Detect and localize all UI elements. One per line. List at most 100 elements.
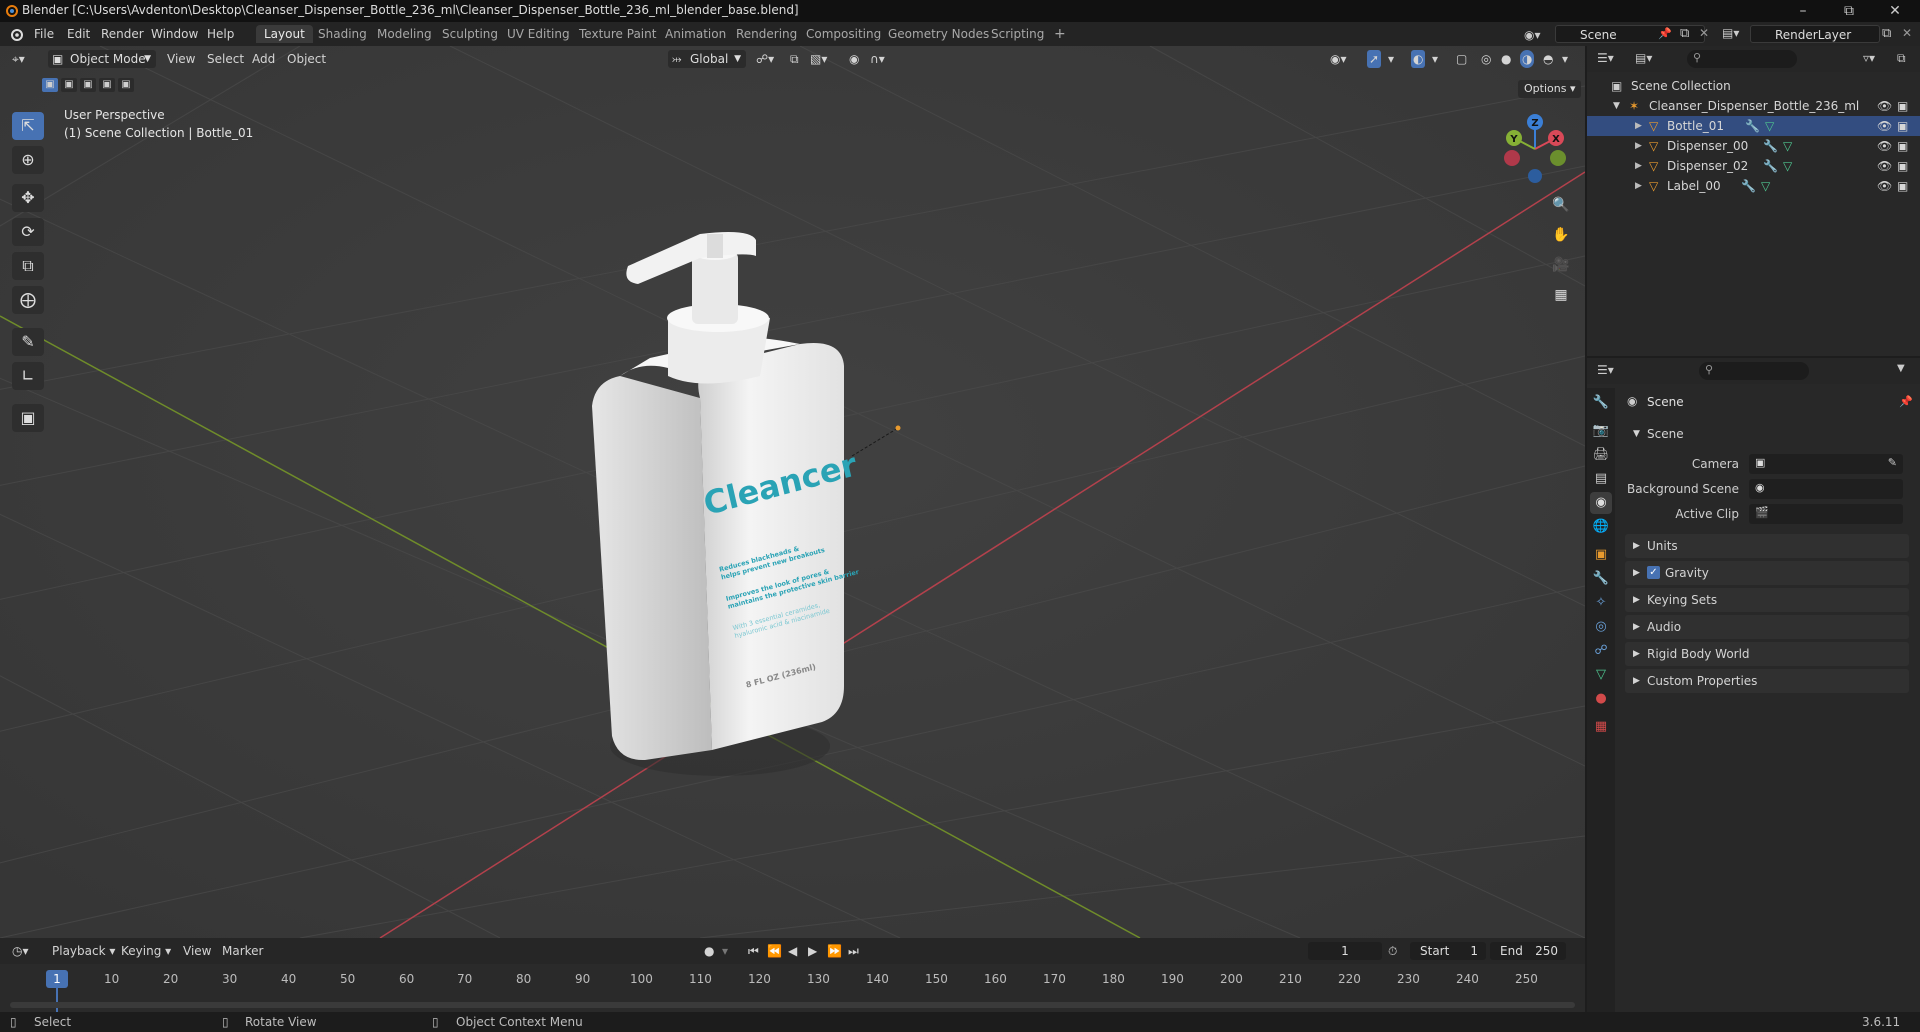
- rigid-body-world-panel-header[interactable]: ▶ Rigid Body World: [1625, 642, 1909, 666]
- overlay-dropdown-icon[interactable]: ▾: [1432, 50, 1438, 68]
- background-scene-field[interactable]: ◉: [1749, 479, 1903, 499]
- modifier-wrench-icon[interactable]: 🔧: [1763, 156, 1778, 176]
- light-origin[interactable]: [895, 425, 901, 431]
- material-tab-icon[interactable]: ●: [1590, 688, 1612, 710]
- transform-orientation-dropdown[interactable]: ⤔ Global ▼: [668, 50, 746, 68]
- select-new-icon[interactable]: ▣: [42, 78, 58, 92]
- jump-prev-keyframe-icon[interactable]: ⏪: [767, 942, 782, 960]
- menu-playback[interactable]: Playback ▾: [52, 942, 115, 960]
- maximize-button[interactable]: ⧉: [1826, 0, 1872, 22]
- properties-editor-icon[interactable]: ☰▾: [1597, 363, 1614, 377]
- wireframe-shading-icon[interactable]: ◎: [1481, 50, 1491, 68]
- eye-icon[interactable]: 👁: [1877, 116, 1892, 136]
- add-cube-tool[interactable]: ▣: [12, 404, 44, 432]
- camera-render-icon[interactable]: ▣: [1897, 96, 1908, 116]
- menu-marker[interactable]: Marker: [222, 942, 263, 960]
- rendered-shading-icon[interactable]: ◓: [1543, 50, 1553, 68]
- camera-render-icon[interactable]: ▣: [1897, 156, 1908, 176]
- delete-scene-icon[interactable]: ✕: [1699, 26, 1709, 40]
- tab-geometry-nodes[interactable]: Geometry Nodes: [880, 25, 997, 43]
- play-reverse-icon[interactable]: ◀: [788, 942, 797, 960]
- mesh-data-icon[interactable]: ▽: [1783, 156, 1792, 176]
- record-dropdown-icon[interactable]: ▾: [722, 942, 728, 960]
- modifier-tab-icon[interactable]: 🔧: [1590, 568, 1612, 590]
- outliner-row-label[interactable]: ▶ ▽ Label_00 🔧 ▽ 👁 ▣: [1587, 176, 1920, 196]
- modifier-wrench-icon[interactable]: 🔧: [1763, 136, 1778, 156]
- perspective-toggle-icon[interactable]: ▦: [1548, 282, 1574, 308]
- object-mode-dropdown[interactable]: ▣ Object Mode ▼: [48, 50, 156, 68]
- expand-arrow-icon[interactable]: ▼: [1613, 96, 1620, 116]
- mesh-data-icon[interactable]: ▽: [1761, 176, 1770, 196]
- outliner-editor-icon[interactable]: ☰▾: [1597, 51, 1614, 65]
- zoom-icon[interactable]: 🔍: [1548, 192, 1574, 218]
- tab-animation[interactable]: Animation: [657, 25, 734, 43]
- pin-icon[interactable]: 📌: [1899, 395, 1913, 408]
- menu-view[interactable]: View: [167, 50, 195, 68]
- properties-search-input[interactable]: ⚲: [1699, 362, 1809, 380]
- camera-render-icon[interactable]: ▣: [1897, 176, 1908, 196]
- eye-icon[interactable]: 👁: [1877, 136, 1892, 156]
- cursor-tool[interactable]: ⊕: [12, 146, 44, 174]
- select-invert-icon[interactable]: ▣: [99, 78, 115, 92]
- playhead[interactable]: 1: [46, 970, 68, 988]
- delete-view-layer-icon[interactable]: ✕: [1902, 26, 1912, 40]
- modifier-wrench-icon[interactable]: 🔧: [1745, 116, 1760, 136]
- proportional-edit-icon[interactable]: ◉: [849, 50, 859, 68]
- camera-render-icon[interactable]: ▣: [1897, 116, 1908, 136]
- view-layer-selector[interactable]: RenderLayer: [1750, 25, 1880, 43]
- mesh-data-icon[interactable]: ▽: [1765, 116, 1774, 136]
- end-frame-field[interactable]: End 250: [1490, 942, 1566, 960]
- gravity-checkbox[interactable]: ✓: [1647, 566, 1660, 579]
- select-subtract-icon[interactable]: ▣: [80, 78, 96, 92]
- tab-texture-paint[interactable]: Texture Paint: [571, 25, 664, 43]
- audio-panel-header[interactable]: ▶ Audio: [1625, 615, 1909, 639]
- camera-render-icon[interactable]: ▣: [1897, 136, 1908, 156]
- world-tab-icon[interactable]: 🌐: [1590, 516, 1612, 538]
- menu-file[interactable]: File: [34, 27, 54, 41]
- eye-icon[interactable]: 👁: [1877, 156, 1892, 176]
- outliner-row-dispenser-02[interactable]: ▶ ▽ Dispenser_02 🔧 ▽ 👁 ▣: [1587, 156, 1920, 176]
- menu-render[interactable]: Render: [101, 27, 144, 41]
- pivot-point-icon[interactable]: ☍▾: [756, 50, 774, 68]
- stopwatch-icon[interactable]: ⏱: [1388, 942, 1397, 960]
- jump-start-icon[interactable]: ⏮: [748, 942, 759, 960]
- particles-tab-icon[interactable]: ✧: [1590, 592, 1612, 614]
- jump-end-icon[interactable]: ⏭: [848, 942, 859, 960]
- menu-keying[interactable]: Keying ▾: [121, 942, 171, 960]
- menu-window[interactable]: Window: [151, 27, 198, 41]
- tool-tab-icon[interactable]: 🔧: [1590, 392, 1612, 414]
- new-scene-icon[interactable]: ⧉: [1680, 26, 1689, 41]
- shading-dropdown-icon[interactable]: ▾: [1562, 50, 1568, 68]
- timeline-editor[interactable]: ◷▾ Playback ▾ Keying ▾ View Marker ● ▾ ⏮…: [0, 938, 1585, 1012]
- expand-arrow-icon[interactable]: ▶: [1635, 176, 1642, 196]
- current-frame-field[interactable]: 1: [1308, 942, 1382, 960]
- navigation-gizmo[interactable]: Z X Y: [1498, 112, 1572, 186]
- tab-sculpting[interactable]: Sculpting: [434, 25, 506, 43]
- tab-rendering[interactable]: Rendering: [728, 25, 805, 43]
- 3d-viewport[interactable]: Cleancer Reduces blackheads & helps prev…: [0, 46, 1585, 938]
- visibility-icon[interactable]: ◉▾: [1330, 50, 1347, 68]
- menu-help[interactable]: Help: [207, 27, 234, 41]
- blender-menu-icon[interactable]: [9, 27, 23, 41]
- scene-icon[interactable]: ◉▾: [1524, 26, 1552, 44]
- outliner-row-scene-collection[interactable]: ▣ Scene Collection: [1587, 76, 1920, 96]
- eyedropper-icon[interactable]: ✎: [1888, 456, 1897, 469]
- outliner-search-input[interactable]: ⚲: [1687, 50, 1797, 68]
- select-intersect-icon[interactable]: ▣: [118, 78, 134, 92]
- new-collection-icon[interactable]: ⧉: [1897, 51, 1906, 66]
- display-mode-icon[interactable]: ▤▾: [1635, 51, 1652, 65]
- timeline-scrollbar[interactable]: [10, 1002, 1575, 1008]
- mesh-data-icon[interactable]: ▽: [1783, 136, 1792, 156]
- active-clip-field[interactable]: 🎬: [1749, 504, 1903, 524]
- record-keyframe-icon[interactable]: ●: [704, 942, 714, 960]
- select-box-tool[interactable]: ⇱: [12, 112, 44, 140]
- jump-next-keyframe-icon[interactable]: ⏩: [827, 942, 842, 960]
- gizmo-toggle-icon[interactable]: ➚: [1367, 50, 1382, 68]
- gizmo-dropdown-icon[interactable]: ▾: [1388, 50, 1394, 68]
- tab-uv-editing[interactable]: UV Editing: [499, 25, 578, 43]
- physics-tab-icon[interactable]: ◎: [1590, 616, 1612, 638]
- camera-view-icon[interactable]: 🎥: [1548, 252, 1574, 278]
- object-tab-icon[interactable]: ▣: [1590, 544, 1612, 566]
- menu-select[interactable]: Select: [207, 50, 244, 68]
- tab-modeling[interactable]: Modeling: [369, 25, 440, 43]
